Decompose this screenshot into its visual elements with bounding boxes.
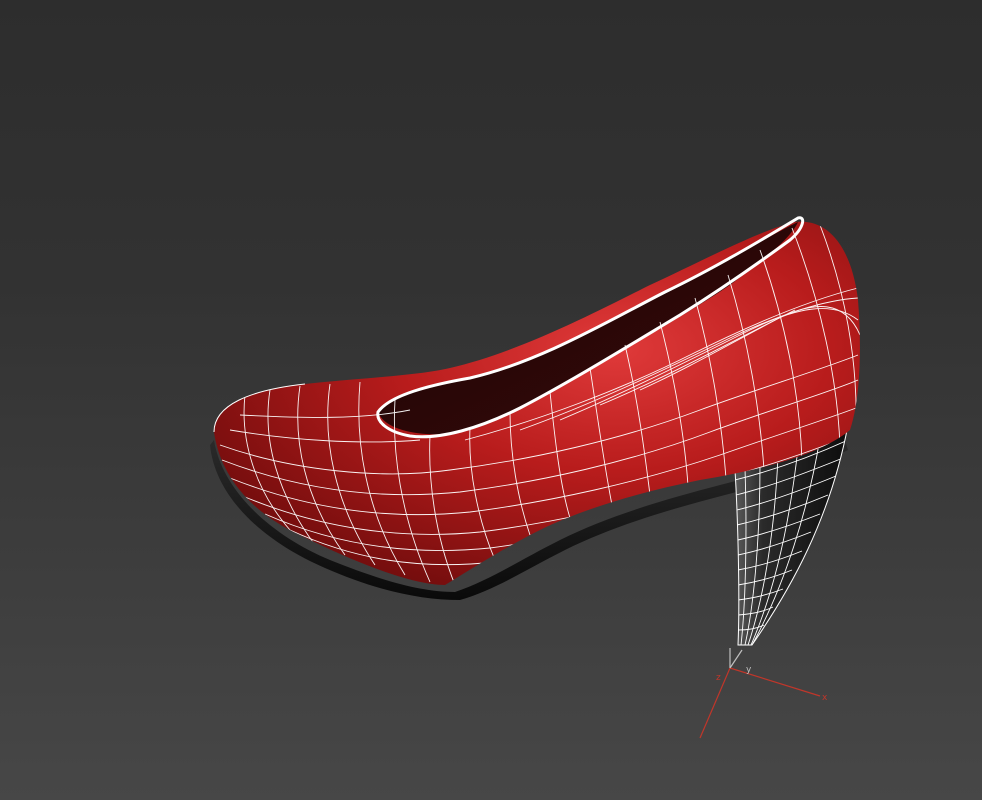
gizmo-y-axis[interactable]: [729, 649, 743, 669]
transform-gizmo[interactable]: x y z: [699, 648, 828, 739]
3d-viewport[interactable]: x y z: [0, 0, 982, 800]
gizmo-y-label: y: [746, 665, 752, 675]
gizmo-x-label: x: [822, 693, 828, 703]
gizmo-z-axis[interactable]: [699, 667, 731, 739]
gizmo-z-label: z: [716, 673, 721, 683]
gizmo-x-axis[interactable]: [729, 667, 821, 697]
